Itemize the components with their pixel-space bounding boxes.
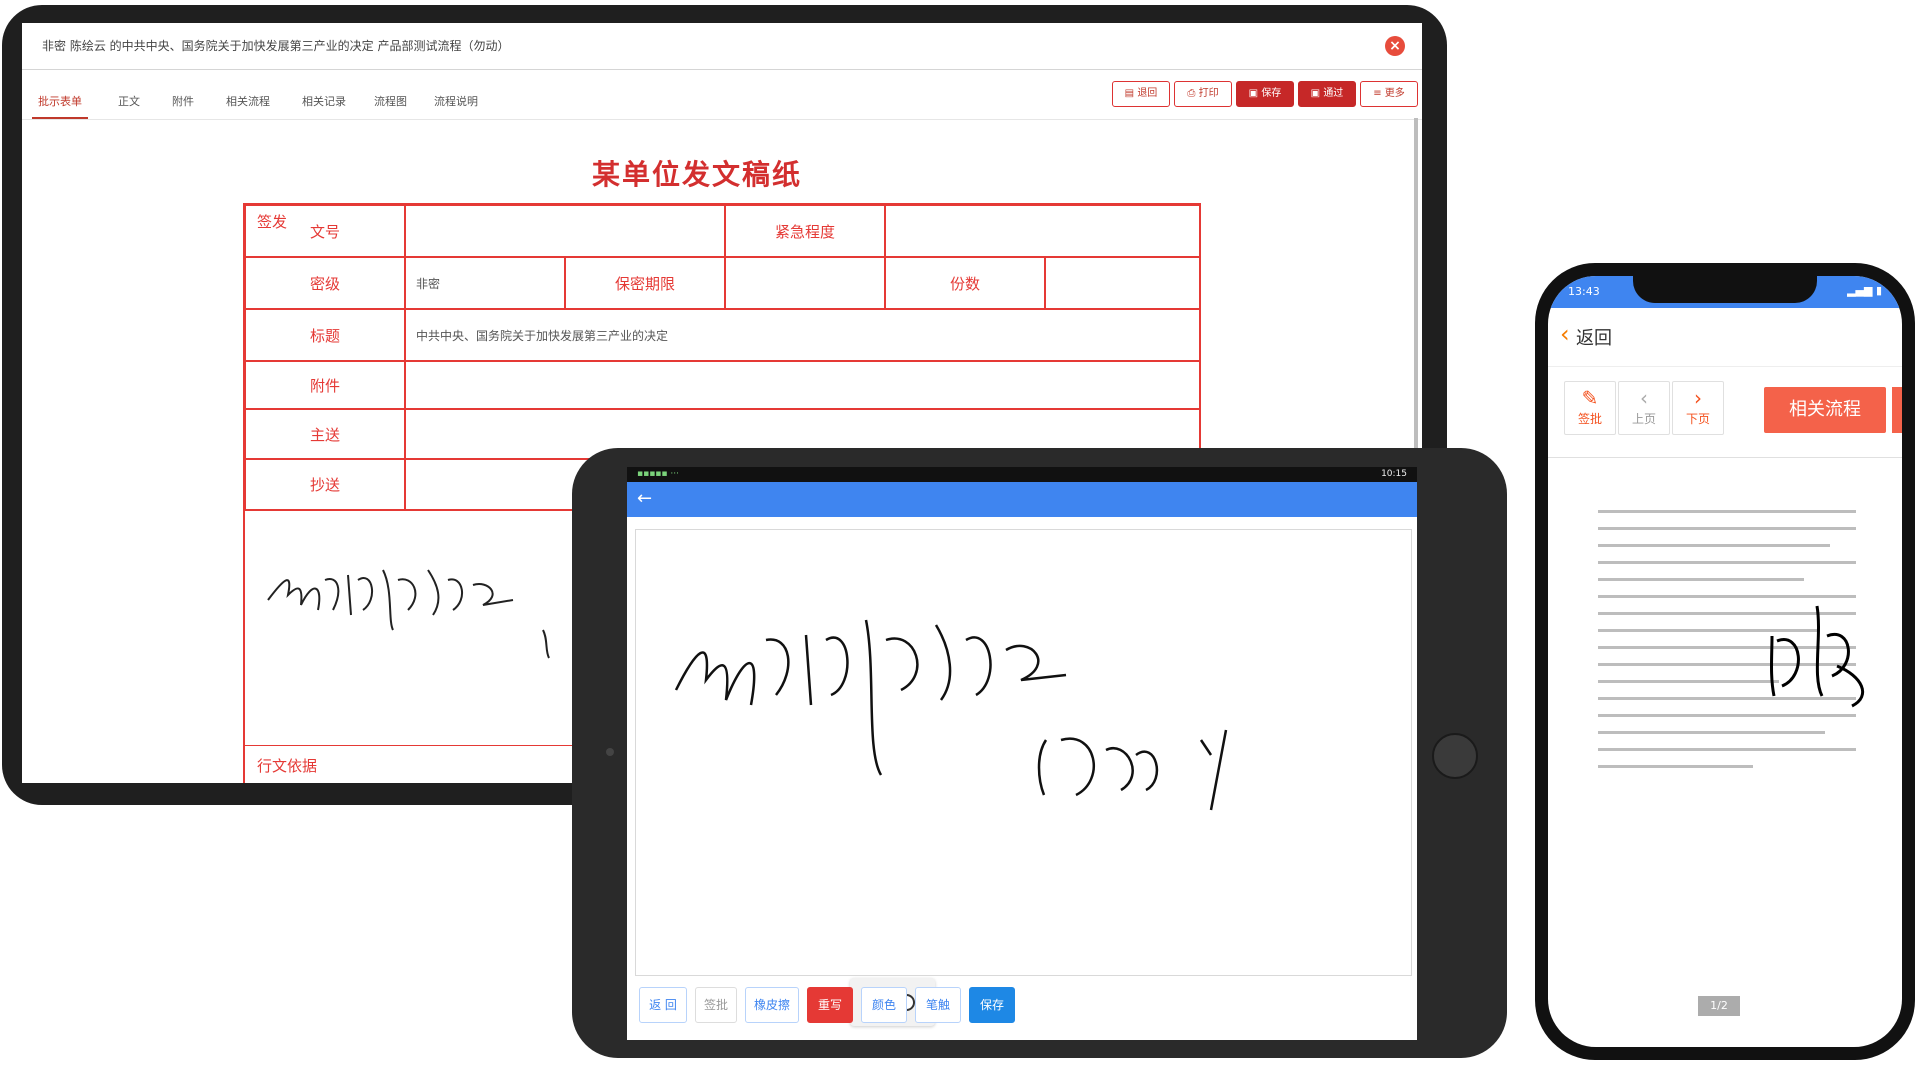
- eraser-button[interactable]: 橡皮擦: [745, 987, 799, 1023]
- pen-icon: ✎: [1581, 386, 1599, 410]
- sign-tool-button[interactable]: ✎ 签批: [1564, 381, 1616, 435]
- text-line: [1598, 765, 1753, 768]
- next-page-label: 下页: [1685, 412, 1710, 426]
- doc-no-field[interactable]: [405, 205, 725, 257]
- next-page-button[interactable]: › 下页: [1672, 381, 1724, 435]
- prev-page-label: 上页: [1631, 412, 1656, 426]
- tablet-screen: ▪▪▪▪▪ ··· 10:15 ← 返 回 签批 橡皮擦 重写 颜色 笔触 保存: [627, 467, 1417, 1040]
- toolbar-divider: [1548, 457, 1902, 458]
- text-line: [1598, 731, 1826, 734]
- tab-attachments[interactable]: 附件: [166, 87, 200, 117]
- tablet-status-bar: ▪▪▪▪▪ ··· 10:15: [627, 467, 1417, 482]
- text-line: [1598, 561, 1856, 564]
- signature-canvas[interactable]: [635, 529, 1412, 1026]
- signal-icon: ▂▄▆ ▮: [1847, 284, 1882, 297]
- secret-level-field[interactable]: 非密: [405, 257, 565, 309]
- pass-label: 通过: [1323, 88, 1344, 99]
- phone-signature: [1770, 605, 1865, 708]
- more-button[interactable]: ≡ 更多: [1360, 81, 1418, 107]
- attachment-label: 附件: [245, 361, 405, 409]
- phone-back-label[interactable]: 返回: [1576, 324, 1612, 350]
- phone-screen: 13:43 ▂▄▆ ▮ ‹ 返回 ✎ 签批 ‹ 上页 › 下页 相关流程 1/2: [1548, 276, 1902, 1047]
- color-button[interactable]: 颜色: [861, 987, 907, 1023]
- phone-status-time: 13:43: [1568, 285, 1600, 298]
- cc-label: 抄送: [245, 459, 405, 510]
- close-icon[interactable]: ×: [1385, 36, 1405, 56]
- phone-nav-bar: ‹ 返回: [1548, 308, 1902, 367]
- urgency-label: 紧急程度: [725, 205, 885, 257]
- more-action-button[interactable]: [1892, 387, 1902, 433]
- secret-period-field[interactable]: [725, 257, 885, 309]
- tablet-camera: [606, 748, 614, 756]
- related-process-button[interactable]: 相关流程: [1764, 387, 1886, 433]
- chevron-left-icon: ‹: [1640, 386, 1648, 410]
- tab-process-description[interactable]: 流程说明: [428, 87, 484, 117]
- basis-label: 行文依据: [257, 757, 318, 775]
- return-label: 退回: [1137, 88, 1158, 99]
- pass-button[interactable]: ▣ 通过: [1298, 81, 1356, 107]
- print-button[interactable]: ⎙ 打印: [1174, 81, 1232, 107]
- back-arrow-icon[interactable]: ←: [637, 488, 652, 509]
- print-label: 打印: [1198, 88, 1219, 99]
- tab-divider: [22, 119, 1422, 120]
- save-button[interactable]: 保存: [969, 987, 1015, 1023]
- text-line: [1598, 748, 1856, 751]
- status-icons: ▪▪▪▪▪ ···: [637, 469, 679, 479]
- attachment-field[interactable]: [405, 361, 1200, 409]
- handwritten-signature: [267, 569, 550, 659]
- brush-button[interactable]: 笔触: [915, 987, 961, 1023]
- tab-flowchart[interactable]: 流程图: [368, 87, 413, 117]
- tab-related-records[interactable]: 相关记录: [296, 87, 352, 117]
- status-time: 10:15: [1381, 469, 1407, 479]
- main-send-label: 主送: [245, 409, 405, 459]
- text-line: [1598, 544, 1831, 547]
- sign-label: 签发: [257, 213, 288, 231]
- window-titlebar: 非密 陈绘云 的中共中央、国务院关于加快发展第三产业的决定 产品部测试流程（勿动…: [22, 23, 1422, 70]
- phone-notch: [1633, 276, 1817, 303]
- sign-tool-label: 签批: [1577, 412, 1602, 426]
- tab-main-text[interactable]: 正文: [112, 87, 146, 117]
- text-line: [1598, 527, 1856, 530]
- save-button[interactable]: ▣ 保存: [1236, 81, 1294, 107]
- prev-page-button[interactable]: ‹ 上页: [1618, 381, 1670, 435]
- return-button[interactable]: ▤ 退回: [1112, 81, 1170, 107]
- handwritten-signature-large: [674, 619, 1228, 811]
- subject-field[interactable]: 中共中央、国务院关于加快发展第三产业的决定: [405, 309, 1200, 361]
- chevron-right-icon: ›: [1694, 386, 1702, 410]
- copies-label: 份数: [885, 257, 1045, 309]
- approve-button[interactable]: 签批: [695, 987, 737, 1023]
- page-indicator: 1/2: [1698, 996, 1740, 1016]
- urgency-field[interactable]: [885, 205, 1200, 257]
- save-label: 保存: [1261, 88, 1282, 99]
- tablet-home-button[interactable]: [1432, 733, 1478, 779]
- rewrite-button[interactable]: 重写: [807, 987, 853, 1023]
- tab-related-process[interactable]: 相关流程: [220, 87, 276, 117]
- copies-field[interactable]: [1045, 257, 1200, 309]
- back-chevron-icon[interactable]: ‹: [1560, 320, 1570, 348]
- window-title: 非密 陈绘云 的中共中央、国务院关于加快发展第三产业的决定 产品部测试流程（勿动…: [42, 39, 510, 53]
- secret-period-label: 保密期限: [565, 257, 725, 309]
- tab-approval-form[interactable]: 批示表单: [32, 87, 88, 119]
- subject-label: 标题: [245, 309, 405, 361]
- text-line: [1598, 680, 1779, 683]
- tablet-header: ←: [627, 482, 1417, 517]
- secret-level-label: 密级: [245, 257, 405, 309]
- text-line: [1598, 510, 1856, 513]
- document-title: 某单位发文稿纸: [592, 158, 803, 191]
- text-line: [1598, 578, 1805, 581]
- more-label: 更多: [1384, 88, 1405, 99]
- back-button[interactable]: 返 回: [639, 987, 687, 1023]
